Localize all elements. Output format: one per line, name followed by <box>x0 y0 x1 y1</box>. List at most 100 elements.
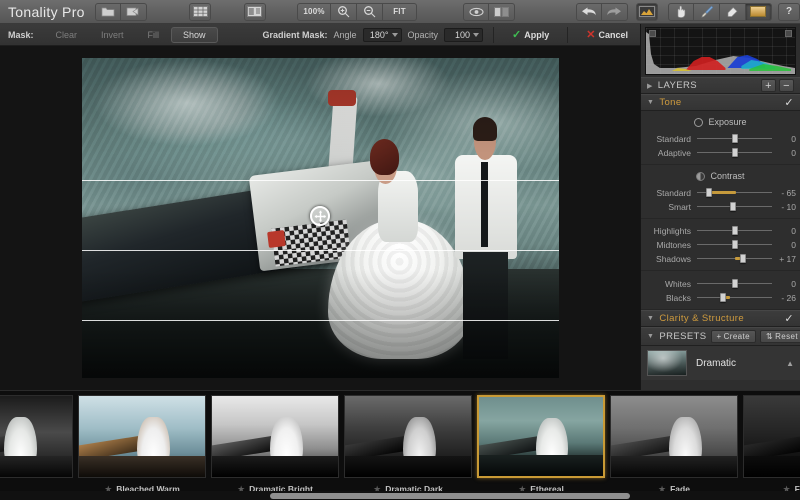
contrast-smart-slider[interactable] <box>697 201 772 212</box>
midtones-slider[interactable] <box>697 239 772 250</box>
filmstrip-item[interactable]: ★ Fade <box>610 395 738 497</box>
close-icon: ✕ <box>586 29 596 41</box>
slider-row[interactable]: Smart - 10 <box>641 200 800 213</box>
filmstrip-thumbnail[interactable] <box>0 395 73 478</box>
filmstrip-scrollbar[interactable] <box>0 491 800 500</box>
slider-row[interactable]: Standard - 65 <box>641 186 800 199</box>
zoom-out-icon[interactable] <box>357 2 384 21</box>
move-crosshair-icon[interactable] <box>310 206 330 226</box>
scrollbar-thumb[interactable] <box>270 493 630 499</box>
help-question-icon[interactable]: ? <box>778 2 800 21</box>
gradient-guide-line[interactable] <box>82 250 559 251</box>
gradient-guide-line[interactable] <box>82 320 559 322</box>
bride-figure <box>328 135 472 359</box>
filmstrip-item[interactable]: ★ Bleached Warm <box>78 395 206 497</box>
presets-section-header[interactable]: ▼ PRESETS + Create ⇅ Reset <box>641 327 800 346</box>
app-title: Tonality Pro <box>8 3 85 20</box>
contrast-standard-slider[interactable] <box>697 187 772 198</box>
highlights-slider[interactable] <box>697 225 772 236</box>
history-tool-group <box>575 2 628 21</box>
slider-row[interactable]: Adaptive 0 <box>641 146 800 159</box>
grid-view-icon[interactable] <box>189 2 212 21</box>
main-photo[interactable] <box>82 58 559 378</box>
opacity-input[interactable]: 100 <box>444 27 484 42</box>
chevron-down-icon[interactable] <box>391 32 398 37</box>
undo-arrow-icon[interactable] <box>575 2 602 21</box>
split-view-icon[interactable] <box>244 2 266 21</box>
angle-input[interactable]: 180° <box>362 27 402 42</box>
zoom-in-icon[interactable] <box>331 2 358 21</box>
slider-row[interactable]: Highlights 0 <box>641 224 800 237</box>
create-preset-button[interactable]: + Create <box>710 330 756 343</box>
cancel-button[interactable]: ✕ Cancel <box>578 28 636 41</box>
apply-button[interactable]: ✓ Apply <box>504 28 557 41</box>
shadows-slider[interactable] <box>697 253 772 264</box>
hand-tool-icon[interactable] <box>667 2 694 21</box>
filmstrip-track: ★ Bleached Warm ★ Dramatic Bright ★ Dram… <box>0 395 800 497</box>
whites-slider[interactable] <box>697 278 772 289</box>
eraser-tool-icon[interactable] <box>719 2 746 21</box>
filmstrip-thumbnail[interactable] <box>743 395 800 478</box>
share-export-icon[interactable] <box>120 2 147 21</box>
opacity-label: Opacity <box>407 29 439 40</box>
folder-open-icon[interactable] <box>94 2 121 21</box>
groom-figure <box>445 117 531 359</box>
preset-selected-row[interactable]: Dramatic ▲ <box>641 346 800 380</box>
compare-icon[interactable] <box>489 2 516 21</box>
filmstrip-item[interactable] <box>0 395 73 497</box>
mask-show-button[interactable]: Show <box>171 26 218 43</box>
preset-filmstrip[interactable]: ★ Bleached Warm ★ Dramatic Bright ★ Dram… <box>0 390 800 500</box>
zoom-level-display[interactable]: 100% <box>297 2 332 21</box>
filmstrip-thumbnail[interactable] <box>344 395 472 478</box>
slider-row[interactable]: Whites 0 <box>641 277 800 290</box>
caret-up-icon[interactable]: ▲ <box>786 359 794 368</box>
chevron-down-icon: ▼ <box>647 333 655 340</box>
filmstrip-thumbnail[interactable] <box>78 395 206 478</box>
title-bar: Tonality Pro 100% FIT ? <box>0 0 800 24</box>
checkmark-icon[interactable]: ✓ <box>784 96 794 109</box>
mask-fill-button[interactable]: Fill <box>136 27 172 43</box>
mask-toolbar: Mask: Clear Invert Fill Show Gradient Ma… <box>0 24 640 46</box>
plus-icon[interactable]: + <box>761 79 776 92</box>
chevron-down-icon: ▼ <box>647 99 655 106</box>
filmstrip-item[interactable]: ★ Film Noir <box>743 395 800 497</box>
brush-tool-icon[interactable] <box>693 2 720 21</box>
tonal-range-group: Highlights 0 Midtones 0 Shadows + 17 <box>641 219 800 271</box>
fit-button[interactable]: FIT <box>383 2 418 21</box>
mask-clear-button[interactable]: Clear <box>44 27 90 43</box>
shadow-clipping-indicator[interactable] <box>649 30 656 37</box>
slider-row[interactable]: Blacks - 26 <box>641 291 800 304</box>
tone-section-header[interactable]: ▼ Tone ✓ <box>641 94 800 111</box>
histogram-display[interactable] <box>645 27 796 75</box>
histogram-icon[interactable] <box>636 2 658 21</box>
clarity-section-header[interactable]: ▼ Clarity & Structure ✓ <box>641 310 800 327</box>
preset-thumbnail <box>647 350 687 376</box>
filmstrip-thumbnail[interactable] <box>610 395 738 478</box>
minus-icon[interactable]: − <box>779 79 794 92</box>
filmstrip-item[interactable]: ★ Dramatic Dark <box>344 395 472 497</box>
blacks-slider[interactable] <box>697 292 772 303</box>
redo-arrow-icon[interactable] <box>601 2 628 21</box>
reset-preset-button[interactable]: ⇅ Reset <box>760 330 800 343</box>
presets-label: PRESETS <box>659 331 707 342</box>
filmstrip-item-selected[interactable]: ★ Ethereal <box>477 395 605 497</box>
canvas-area[interactable] <box>0 46 640 390</box>
gradient-guide-line[interactable] <box>82 179 559 181</box>
slider-row[interactable]: Standard 0 <box>641 132 800 145</box>
exposure-standard-slider[interactable] <box>697 133 772 144</box>
highlight-clipping-indicator[interactable] <box>785 30 792 37</box>
slider-row[interactable]: Midtones 0 <box>641 238 800 251</box>
eye-preview-icon[interactable] <box>463 2 490 21</box>
exposure-group-title: Exposure <box>641 117 800 127</box>
mask-invert-button[interactable]: Invert <box>89 27 136 43</box>
chevron-down-icon[interactable] <box>473 32 480 37</box>
slider-row[interactable]: Shadows + 17 <box>641 252 800 265</box>
filmstrip-thumbnail[interactable] <box>211 395 339 478</box>
contrast-icon <box>696 171 706 181</box>
filmstrip-item[interactable]: ★ Dramatic Bright <box>211 395 339 497</box>
checkmark-icon[interactable]: ✓ <box>784 312 794 325</box>
filmstrip-thumbnail[interactable] <box>477 395 605 478</box>
layers-section-header[interactable]: ▶ LAYERS + − <box>641 77 800 94</box>
exposure-adaptive-slider[interactable] <box>697 147 772 158</box>
gradient-tool-icon[interactable] <box>745 2 772 21</box>
